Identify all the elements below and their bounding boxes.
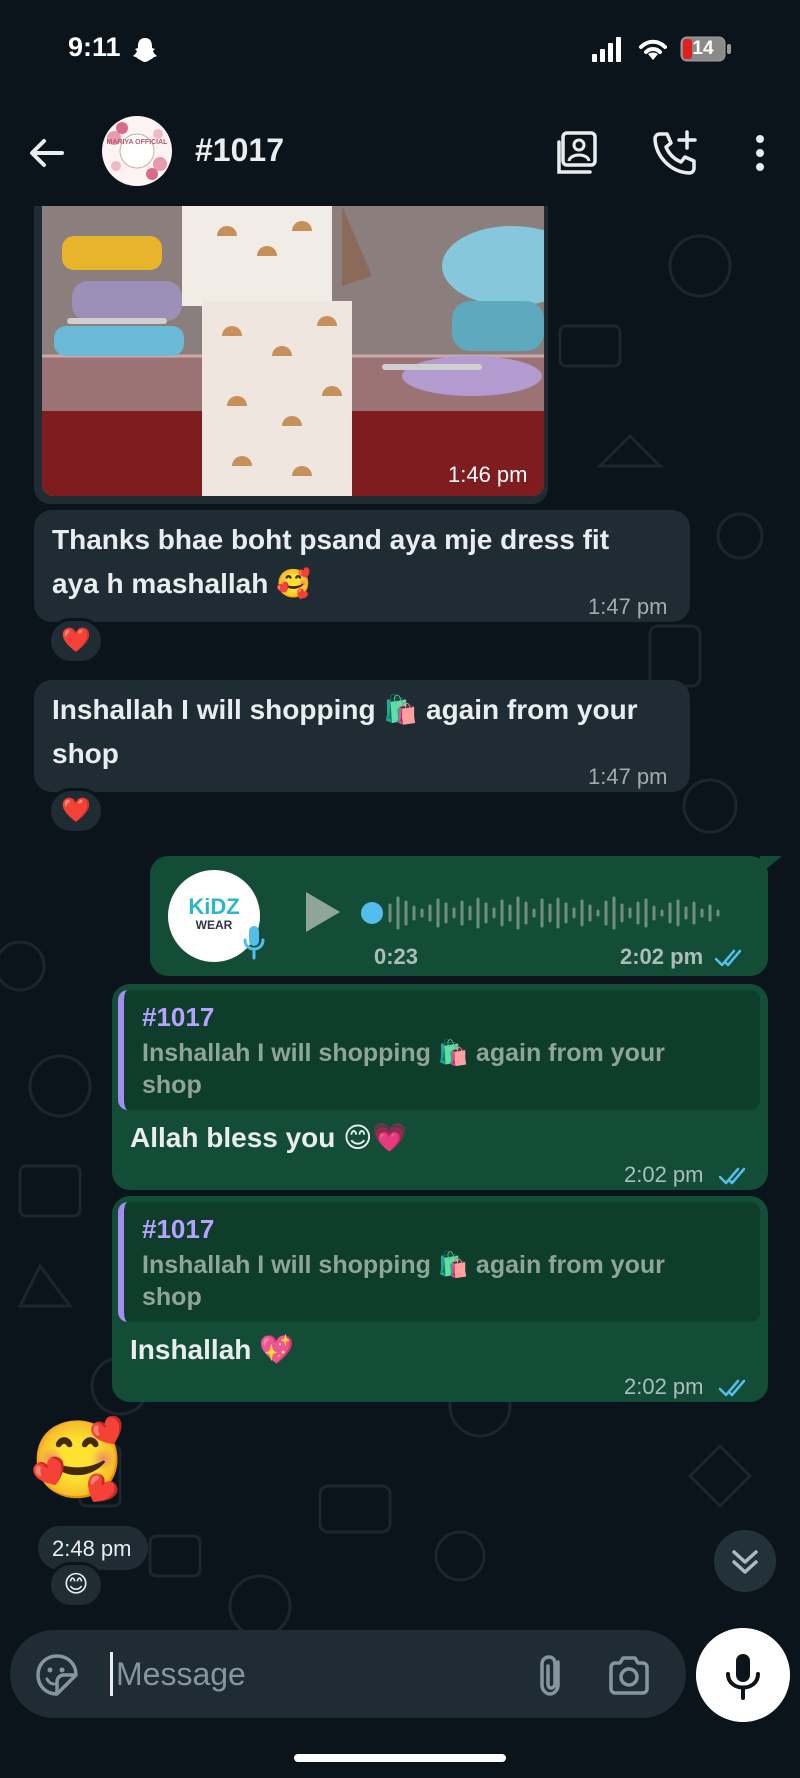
reaction-heart[interactable]: ❤️ [48,618,104,664]
message-text-line: Inshallah I will shopping 🛍️ again from … [52,694,638,725]
emoji-message[interactable]: 🥰 [30,1416,125,1506]
add-call-icon[interactable] [650,128,700,178]
play-icon[interactable] [300,888,344,936]
voice-waveform[interactable] [358,890,738,936]
message-time: 2:48 pm [52,1536,132,1561]
contact-card-icon[interactable] [556,128,606,178]
back-arrow-icon[interactable] [24,130,70,176]
chat-title[interactable]: #1017 [195,132,284,169]
quote-text-line: shop [142,1071,202,1099]
message-time: 1:47 pm [588,764,668,789]
reaction-smile[interactable]: 😊 [48,1562,104,1608]
message-input[interactable] [116,1648,516,1700]
message-time: 1:47 pm [588,594,668,619]
message-text: Allah bless you 😊💗 [130,1122,408,1153]
read-ticks-icon [714,949,742,967]
status-bar: 9:11 14 [0,0,800,100]
voice-duration: 0:23 [374,944,419,969]
read-ticks-icon [718,1167,746,1185]
message-composer[interactable] [10,1630,686,1718]
quote-sender: #1017 [142,1002,215,1032]
quote-text-line: Inshallah I will shopping 🛍️ again from … [142,1251,665,1279]
sticker-icon[interactable] [34,1652,80,1698]
message-time: 2:02 pm [624,1162,704,1187]
kidz-logo-text: KiDZ [188,894,240,919]
message-time: 2:02 pm [624,1374,704,1399]
message-text-line: aya h mashallah 🥰 [52,568,311,599]
quote-text-line: Inshallah I will shopping 🛍️ again from … [142,1039,665,1067]
contact-avatar[interactable]: MARIYA OFFICIAL [102,116,172,186]
image-time: 1:46 pm [448,462,528,487]
voice-record-button[interactable] [696,1628,790,1722]
reaction-heart[interactable]: ❤️ [48,788,104,834]
bottom-bar [0,1628,800,1778]
message-text: Inshallah 💖 [130,1334,295,1365]
chat-header: MARIYA OFFICIAL #1017 [0,100,800,206]
signal-icon [592,37,621,62]
home-indicator[interactable] [294,1754,506,1762]
wifi-icon [639,39,667,60]
text-caret [110,1652,113,1696]
mic-badge-icon [243,926,265,960]
more-options-icon[interactable] [735,128,785,178]
attach-icon[interactable] [530,1652,576,1698]
read-ticks-icon [718,1379,746,1397]
bubble-tail [760,856,782,874]
message-text-line: shop [52,738,119,769]
scroll-down-button[interactable] [714,1530,776,1592]
message-text-line: Thanks bhae boht psand aya mje dress fit [52,524,610,555]
battery-level: 14 [692,38,714,59]
snapchat-icon [133,38,157,62]
image-photo[interactable] [42,206,544,496]
camera-icon[interactable] [606,1652,652,1698]
chat-area[interactable]: 1:46 pm Thanks bhae boht psand aya mje d… [0,206,800,1630]
avatar-label: MARIYA OFFICIAL [106,139,168,146]
status-time: 9:11 [68,32,121,62]
quote-text-line: shop [142,1283,202,1311]
message-time: 2:02 pm [620,944,704,969]
quote-sender: #1017 [142,1214,215,1244]
